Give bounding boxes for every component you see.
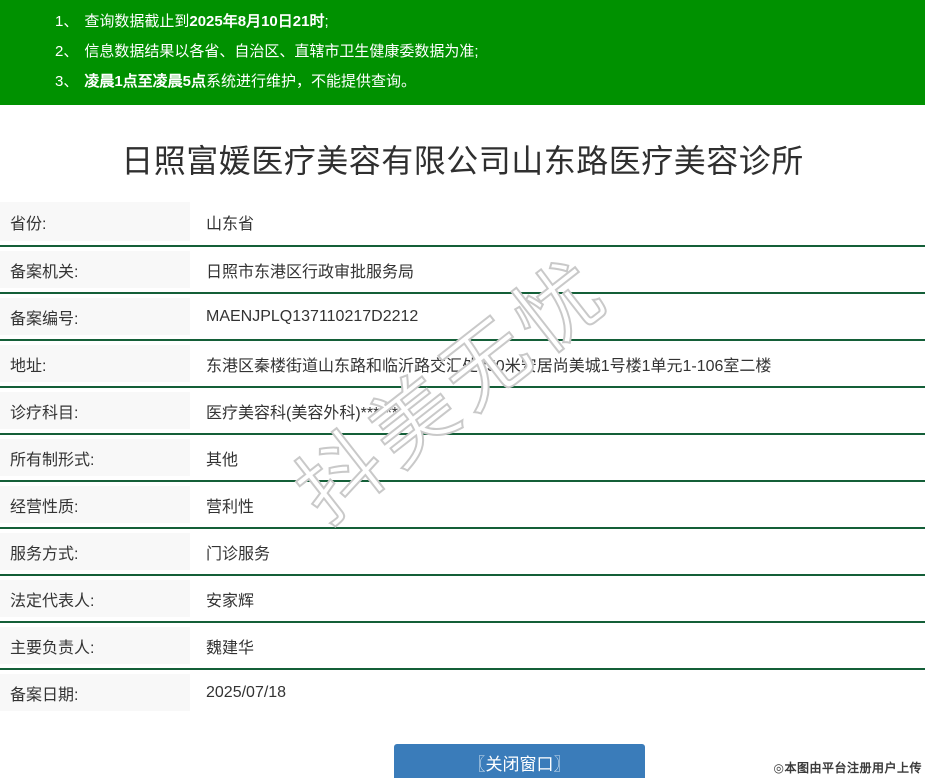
page-title: 日照富媛医疗美容有限公司山东路医疗美容诊所 [0, 138, 925, 184]
close-window-button[interactable]: 〖关闭窗口〗 [394, 744, 645, 778]
row-value: 其他 [190, 435, 925, 480]
table-row-province: 省份: 山东省 [0, 198, 925, 245]
row-label: 服务方式: [0, 533, 190, 570]
notice-text: 查询数据截止到 [84, 13, 189, 30]
notice-line-2: 2、信息数据结果以各省、自治区、直辖市卫生健康委数据为准; [55, 37, 925, 67]
notice-line-1: 1、查询数据截止到2025年8月10日21时; [55, 7, 925, 37]
row-label: 诊疗科目: [0, 392, 190, 429]
row-label: 备案编号: [0, 298, 190, 335]
notice-text: 信息数据结果以各省、自治区、直辖市卫生健康委数据为准; [84, 43, 478, 60]
row-label: 所有制形式: [0, 439, 190, 476]
row-label: 法定代表人: [0, 580, 190, 617]
row-label: 地址: [0, 345, 190, 382]
row-value: MAENJPLQ137110217D2212 [190, 294, 925, 339]
table-row-address: 地址: 东港区秦楼街道山东路和临沂路交汇处350米安居尚美城1号楼1单元1-10… [0, 339, 925, 386]
row-value: 日照市东港区行政审批服务局 [190, 247, 925, 292]
table-row-filing-date: 备案日期: 2025/07/18 [0, 668, 925, 715]
row-value: 门诊服务 [190, 529, 925, 574]
row-value: 医疗美容科(美容外科)****** [190, 388, 925, 433]
notice-text-bold: 2025年8月10日21时 [189, 13, 324, 30]
notice-number: 1、 [55, 13, 78, 30]
table-row-treatment-subjects: 诊疗科目: 医疗美容科(美容外科)****** [0, 386, 925, 433]
notice-text: ; [324, 13, 328, 30]
row-value: 东港区秦楼街道山东路和临沂路交汇处350米安居尚美城1号楼1单元1-106室二楼 [190, 341, 925, 386]
row-label: 主要负责人: [0, 627, 190, 664]
row-value: 安家辉 [190, 576, 925, 621]
notice-number: 3、 [55, 73, 78, 90]
row-value: 营利性 [190, 482, 925, 527]
record-table: 省份: 山东省 备案机关: 日照市东港区行政审批服务局 备案编号: MAENJP… [0, 198, 925, 715]
row-value: 山东省 [190, 198, 925, 245]
upload-credit-label: ◎本图由平台注册用户上传 [774, 759, 922, 776]
notice-number: 2、 [55, 43, 78, 60]
notice-bar: 1、查询数据截止到2025年8月10日21时; 2、信息数据结果以各省、自治区、… [0, 0, 925, 105]
row-label: 经营性质: [0, 486, 190, 523]
notice-text: 系统进行维护，不能提供查询。 [206, 73, 416, 90]
row-label: 备案机关: [0, 251, 190, 288]
row-label: 省份: [0, 202, 190, 241]
table-row-operation-nature: 经营性质: 营利性 [0, 480, 925, 527]
row-label: 备案日期: [0, 674, 190, 711]
table-row-principal: 主要负责人: 魏建华 [0, 621, 925, 668]
table-row-filing-number: 备案编号: MAENJPLQ137110217D2212 [0, 292, 925, 339]
notice-text-bold: 凌晨1点至凌晨5点 [84, 73, 206, 90]
table-row-service-mode: 服务方式: 门诊服务 [0, 527, 925, 574]
notice-line-3: 3、凌晨1点至凌晨5点系统进行维护，不能提供查询。 [55, 67, 925, 97]
row-value: 魏建华 [190, 623, 925, 668]
table-row-legal-representative: 法定代表人: 安家辉 [0, 574, 925, 621]
row-value: 2025/07/18 [190, 670, 925, 715]
table-row-filing-authority: 备案机关: 日照市东港区行政审批服务局 [0, 245, 925, 292]
table-row-ownership-form: 所有制形式: 其他 [0, 433, 925, 480]
